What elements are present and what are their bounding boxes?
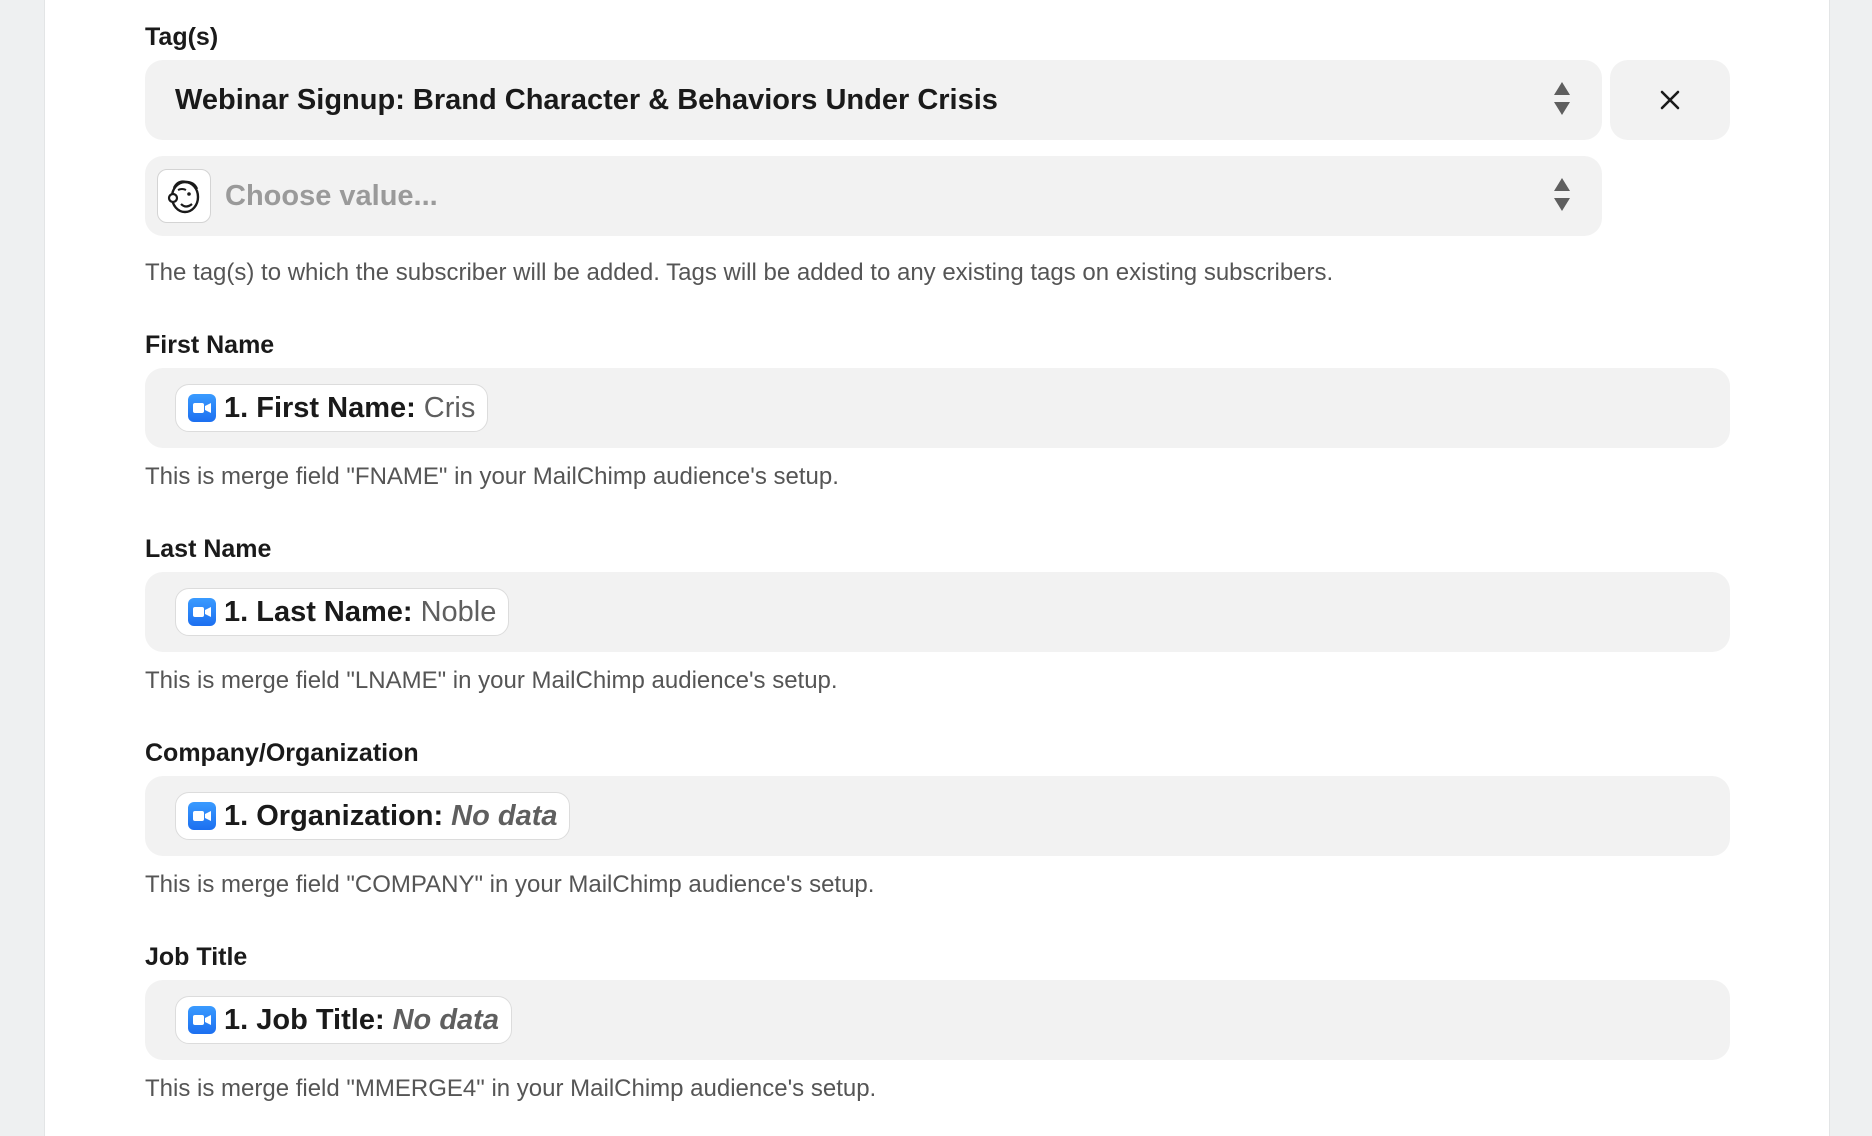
remove-tag-button[interactable]: [1610, 60, 1730, 140]
pill-key: 1. Job Title:: [224, 1003, 385, 1036]
tags-choose-select[interactable]: Choose value...: [145, 156, 1602, 236]
company-help-text: This is merge field "COMPANY" in your Ma…: [145, 871, 875, 898]
company-field[interactable]: 1. Organization: No data: [145, 776, 1730, 856]
first-name-label: First Name: [145, 331, 275, 359]
updown-arrows-icon: [1552, 82, 1572, 118]
pill-value: No data: [451, 799, 558, 832]
tags-select[interactable]: Webinar Signup: Brand Character & Behavi…: [145, 60, 1602, 140]
choose-value-placeholder: Choose value...: [225, 180, 438, 212]
last-name-help-text: This is merge field "LNAME" in your Mail…: [145, 667, 838, 694]
zoom-video-icon: [188, 802, 216, 830]
zoom-video-icon: [188, 1006, 216, 1034]
company-label: Company/Organization: [145, 739, 419, 767]
job-title-field[interactable]: 1. Job Title: No data: [145, 980, 1730, 1060]
form-panel: Tag(s) Webinar Signup: Brand Character &…: [44, 0, 1830, 1136]
mapped-value-pill[interactable]: 1. First Name: Cris: [175, 384, 489, 432]
last-name-label: Last Name: [145, 535, 272, 563]
pill-key: 1. First Name:: [224, 391, 416, 424]
mapped-value-pill[interactable]: 1. Last Name: Noble: [175, 588, 510, 636]
pill-value: No data: [392, 1003, 499, 1036]
mapped-value-pill[interactable]: 1. Organization: No data: [175, 792, 571, 840]
tags-help-text: The tag(s) to which the subscriber will …: [145, 259, 1334, 286]
last-name-field[interactable]: 1. Last Name: Noble: [145, 572, 1730, 652]
close-icon: [1660, 90, 1680, 110]
pill-key: 1. Last Name:: [224, 595, 413, 628]
pill-value: Noble: [420, 595, 497, 628]
pill-value: Cris: [423, 391, 476, 424]
mapped-value-pill[interactable]: 1. Job Title: No data: [175, 996, 512, 1044]
job-title-label: Job Title: [145, 943, 248, 971]
mailchimp-icon: [157, 169, 211, 223]
updown-arrows-icon: [1552, 178, 1572, 214]
zoom-video-icon: [188, 598, 216, 626]
zoom-video-icon: [188, 394, 216, 422]
first-name-field[interactable]: 1. First Name: Cris: [145, 368, 1730, 448]
pill-key: 1. Organization:: [224, 799, 444, 832]
tags-label: Tag(s): [145, 23, 219, 51]
tags-selected-value: Webinar Signup: Brand Character & Behavi…: [175, 84, 998, 116]
job-title-help-text: This is merge field "MMERGE4" in your Ma…: [145, 1075, 877, 1102]
first-name-help-text: This is merge field "FNAME" in your Mail…: [145, 463, 839, 490]
